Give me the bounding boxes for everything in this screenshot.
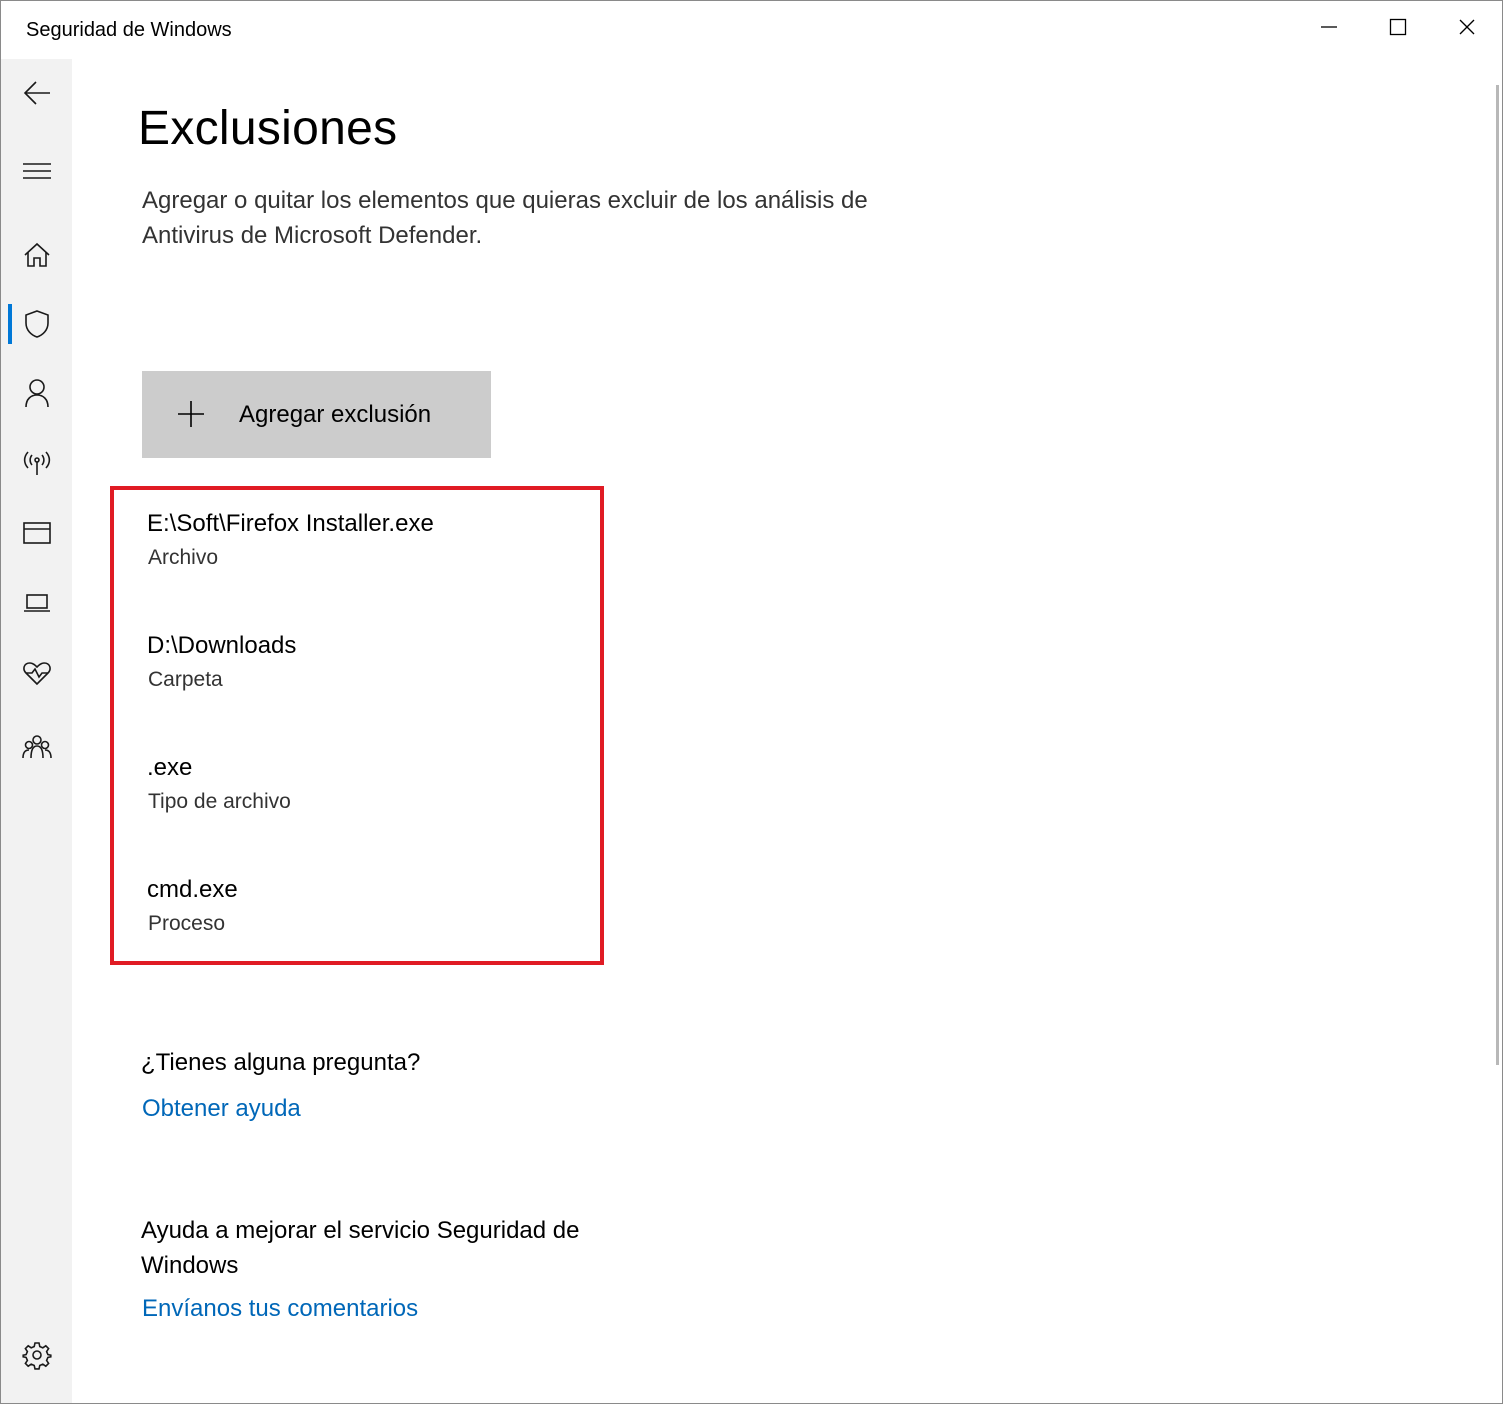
hamburger-menu-icon — [22, 163, 51, 179]
plus-icon — [176, 399, 206, 434]
exclusion-item[interactable]: D:\Downloads Carpeta — [147, 631, 296, 695]
add-exclusion-button[interactable]: Agregar exclusión — [142, 371, 491, 458]
exclusion-path: D:\Downloads — [147, 632, 297, 659]
back-button[interactable] — [1, 65, 72, 121]
title-bar: Seguridad de Windows — [1, 1, 1502, 59]
scrollbar[interactable] — [1496, 85, 1499, 1065]
page-description: Agregar o quitar los elementos que quier… — [142, 187, 868, 249]
get-help-link[interactable]: Obtener ayuda — [142, 1095, 301, 1123]
exclusion-type: Proceso — [148, 912, 226, 935]
shield-icon — [24, 310, 49, 338]
sidebar-item-device-security[interactable] — [1, 575, 72, 631]
minimize-button[interactable] — [1295, 1, 1363, 53]
wireless-antenna-icon — [23, 451, 50, 475]
person-icon — [24, 379, 49, 408]
sidebar-item-account-protection[interactable] — [1, 365, 72, 421]
window-title: Seguridad de Windows — [26, 19, 232, 41]
maximize-button[interactable] — [1364, 1, 1432, 53]
add-exclusion-label: Agregar exclusión — [239, 401, 432, 428]
send-feedback-link[interactable]: Envíanos tus comentarios — [142, 1295, 418, 1323]
exclusion-type: Carpeta — [148, 668, 223, 691]
menu-button[interactable] — [1, 143, 72, 199]
minimize-icon — [1321, 26, 1337, 28]
exclusion-item[interactable]: .exe Tipo de archivo — [147, 753, 291, 817]
exclusion-type: Archivo — [148, 546, 219, 569]
sidebar-item-device-performance[interactable] — [1, 645, 72, 701]
exclusion-item[interactable]: E:\Soft\Firefox Installer.exe Archivo — [147, 509, 434, 573]
exclusion-type: Tipo de archivo — [148, 790, 291, 813]
back-arrow-icon — [23, 81, 50, 105]
sidebar-item-app-browser-control[interactable] — [1, 505, 72, 561]
question-heading: ¿Tienes alguna pregunta? — [141, 1049, 421, 1076]
laptop-icon — [23, 594, 50, 612]
sidebar-item-home[interactable] — [1, 227, 72, 283]
exclusion-path: .exe — [147, 754, 193, 781]
improve-heading: Ayuda a mejorar el servicio Seguridad de… — [141, 1217, 580, 1279]
app-window: Seguridad de Windows Exclusiones Agregar… — [0, 0, 1503, 1404]
sidebar — [1, 59, 72, 1403]
maximize-icon — [1389, 18, 1407, 36]
page-title: Exclusiones — [138, 102, 398, 155]
home-icon — [23, 242, 50, 267]
sidebar-item-virus-protection[interactable] — [1, 296, 72, 352]
main-content: Exclusiones Agregar o quitar los element… — [72, 59, 1502, 1403]
app-browser-icon — [22, 522, 51, 544]
heart-pulse-icon — [22, 662, 51, 686]
exclusion-path: cmd.exe — [147, 876, 238, 903]
sidebar-item-firewall-network[interactable] — [1, 435, 72, 491]
exclusion-item[interactable]: cmd.exe Proceso — [147, 875, 238, 939]
close-button[interactable] — [1433, 1, 1501, 53]
sidebar-item-family-options[interactable] — [1, 719, 72, 775]
family-icon — [21, 735, 52, 759]
exclusion-path: E:\Soft\Firefox Installer.exe — [147, 510, 434, 537]
close-icon — [1459, 19, 1475, 35]
sidebar-item-settings[interactable] — [1, 1327, 72, 1383]
gear-icon — [21, 1342, 52, 1370]
